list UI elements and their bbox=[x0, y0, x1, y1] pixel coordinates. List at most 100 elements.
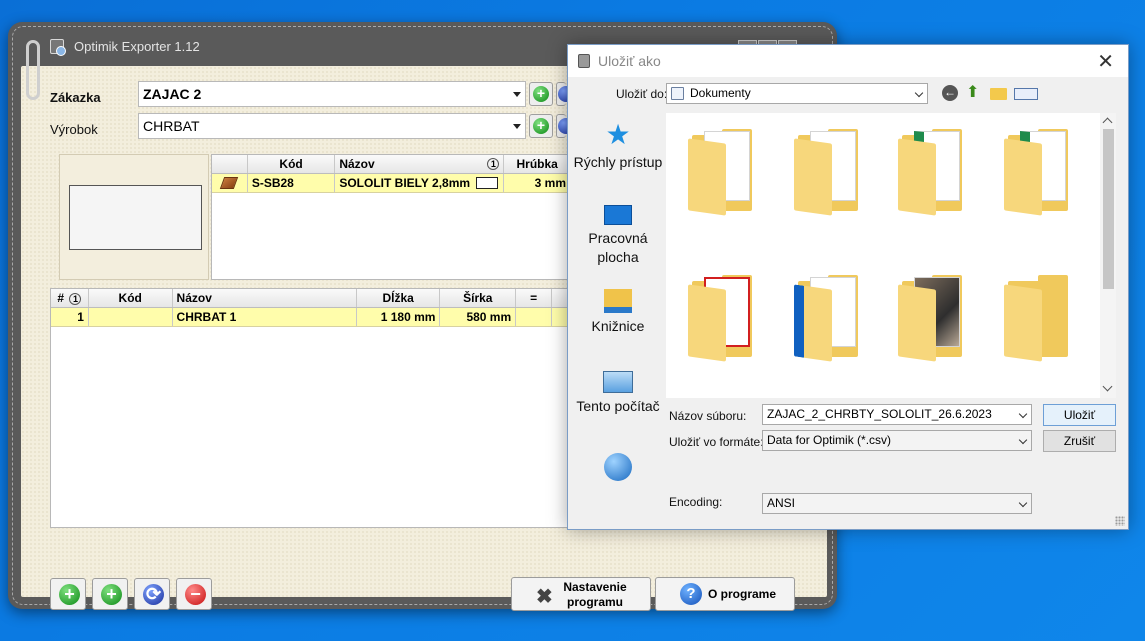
format-label: Uložiť vo formáte: bbox=[669, 435, 764, 449]
folder-item[interactable] bbox=[1004, 273, 1074, 362]
part-width-cell: 580 mm bbox=[440, 308, 517, 326]
folder-item[interactable] bbox=[898, 273, 968, 362]
col-name[interactable]: Názov 1 bbox=[335, 155, 505, 173]
dropdown-arrow-icon bbox=[513, 124, 521, 129]
table-row[interactable]: S-SB28 SOLOLIT BIELY 2,8mm 3 mm bbox=[212, 174, 570, 193]
board-material-icon bbox=[220, 177, 239, 189]
part-preview-panel bbox=[59, 154, 209, 280]
back-icon[interactable]: ← bbox=[942, 85, 958, 101]
desktop-icon bbox=[604, 205, 632, 225]
place-desktop[interactable]: Pracovná plocha bbox=[572, 205, 664, 267]
filename-value: ZAJAC_2_CHRBTY_SOLOLIT_26.6.2023 bbox=[767, 407, 992, 421]
save-in-combobox[interactable]: Dokumenty bbox=[666, 83, 928, 104]
scroll-up-icon[interactable] bbox=[1102, 117, 1113, 128]
close-icon[interactable]: ✕ bbox=[1097, 49, 1114, 74]
folder-icon bbox=[688, 284, 726, 362]
product-value: CHRBAT bbox=[143, 118, 200, 134]
folder-icon bbox=[688, 138, 726, 216]
add-product-button[interactable]: + bbox=[529, 114, 553, 138]
materials-grid-header: Kód Názov 1 Hrúbka bbox=[212, 155, 570, 174]
folder-icon bbox=[1004, 138, 1042, 216]
plus-icon: + bbox=[533, 118, 549, 134]
encoding-value: ANSI bbox=[767, 496, 796, 510]
chevron-down-icon bbox=[1018, 498, 1028, 508]
place-quick-access[interactable]: ★ Rýchly prístup bbox=[572, 121, 664, 172]
filename-input[interactable]: ZAJAC_2_CHRBTY_SOLOLIT_26.6.2023 bbox=[762, 404, 1032, 425]
save-button[interactable]: Uložiť bbox=[1043, 404, 1116, 426]
folder-item[interactable] bbox=[794, 127, 864, 216]
file-list-view[interactable] bbox=[666, 113, 1116, 398]
folder-item[interactable] bbox=[794, 273, 864, 362]
copy-part-button[interactable]: + bbox=[92, 578, 128, 610]
add-order-button[interactable]: + bbox=[529, 82, 553, 106]
order-value: ZAJAC 2 bbox=[143, 86, 202, 102]
place-this-pc[interactable]: Tento počítač bbox=[572, 371, 664, 416]
col-name[interactable]: Názov bbox=[173, 289, 357, 307]
place-label: Pracovná plocha bbox=[588, 230, 648, 265]
place-network[interactable] bbox=[572, 453, 664, 485]
place-libraries[interactable]: Knižnice bbox=[572, 289, 664, 336]
dropdown-arrow-icon bbox=[513, 92, 521, 97]
order-refresh-button[interactable] bbox=[556, 82, 574, 106]
col-thickness[interactable]: Hrúbka bbox=[504, 155, 570, 173]
up-folder-icon[interactable]: ⬆ bbox=[966, 85, 983, 102]
folder-item[interactable] bbox=[688, 273, 758, 362]
folder-icon bbox=[898, 284, 936, 362]
table-row[interactable]: 1 CHRBAT 1 1 180 mm 580 mm bbox=[51, 308, 570, 327]
resize-grip[interactable] bbox=[1115, 516, 1125, 526]
refresh-parts-button[interactable]: ⟳ bbox=[134, 578, 170, 610]
dialog-app-icon bbox=[578, 54, 590, 68]
col-code[interactable]: Kód bbox=[248, 155, 336, 173]
sort-order-badge: 1 bbox=[69, 292, 82, 305]
settings-button[interactable]: ✖ Nastavenie programu bbox=[511, 577, 651, 611]
network-icon bbox=[604, 453, 632, 481]
plus-icon: + bbox=[533, 86, 549, 102]
about-button[interactable]: ? O programe bbox=[655, 577, 795, 611]
part-length-cell: 1 180 mm bbox=[357, 308, 441, 326]
part-name-cell: CHRBAT 1 bbox=[173, 308, 357, 326]
chevron-down-icon bbox=[914, 88, 924, 98]
folder-item[interactable] bbox=[898, 127, 968, 216]
part-preview-shape bbox=[69, 185, 202, 250]
format-combobox[interactable]: Data for Optimik (*.csv) bbox=[762, 430, 1032, 451]
col-code[interactable]: Kód bbox=[89, 289, 173, 307]
plus-icon: + bbox=[59, 584, 80, 605]
parts-grid[interactable]: # 1 Kód Názov Dĺžka Šírka = 1 CHRBAT 1 1… bbox=[50, 288, 571, 528]
file-list-scrollbar[interactable] bbox=[1100, 113, 1116, 398]
product-label: Výrobok bbox=[50, 122, 98, 137]
material-color-swatch bbox=[476, 177, 499, 189]
new-folder-icon[interactable] bbox=[990, 88, 1007, 100]
refresh-icon: ⟳ bbox=[143, 584, 164, 605]
encoding-combobox[interactable]: ANSI bbox=[762, 493, 1032, 514]
folder-icon bbox=[794, 138, 832, 216]
app-title: Optimik Exporter 1.12 bbox=[74, 39, 200, 54]
product-combobox[interactable]: CHRBAT bbox=[138, 113, 526, 139]
add-part-button[interactable]: + bbox=[50, 578, 86, 610]
material-code-cell: S-SB28 bbox=[248, 174, 336, 192]
dialog-titlebar[interactable]: Uložiť ako ✕ bbox=[568, 45, 1128, 77]
parts-grid-header: # 1 Kód Názov Dĺžka Šírka = bbox=[51, 289, 570, 308]
settings-button-label: Nastavenie programu bbox=[563, 580, 627, 609]
folder-item[interactable] bbox=[688, 127, 758, 216]
view-menu-icon[interactable] bbox=[1014, 88, 1038, 100]
col-equal[interactable]: = bbox=[516, 289, 553, 307]
delete-part-button[interactable]: − bbox=[176, 578, 212, 610]
order-combobox[interactable]: ZAJAC 2 bbox=[138, 81, 526, 107]
col-width[interactable]: Šírka bbox=[440, 289, 517, 307]
col-number[interactable]: # 1 bbox=[51, 289, 89, 307]
col-length[interactable]: Dĺžka bbox=[357, 289, 441, 307]
cancel-button[interactable]: Zrušiť bbox=[1043, 430, 1116, 452]
scroll-thumb[interactable] bbox=[1103, 129, 1114, 289]
materials-grid[interactable]: Kód Názov 1 Hrúbka S-SB28 SOLOLIT BIELY … bbox=[211, 154, 571, 280]
scroll-down-icon[interactable] bbox=[1102, 381, 1113, 392]
minus-icon: − bbox=[185, 584, 206, 605]
binder-ring bbox=[26, 40, 40, 100]
save-in-value: Dokumenty bbox=[690, 86, 751, 100]
library-icon bbox=[604, 289, 632, 313]
plus-copy-icon: + bbox=[101, 584, 122, 605]
documents-icon bbox=[671, 87, 684, 101]
encoding-label: Encoding: bbox=[669, 495, 723, 509]
col-icon bbox=[212, 155, 248, 173]
product-refresh-button[interactable] bbox=[556, 114, 574, 138]
folder-item[interactable] bbox=[1004, 127, 1074, 216]
